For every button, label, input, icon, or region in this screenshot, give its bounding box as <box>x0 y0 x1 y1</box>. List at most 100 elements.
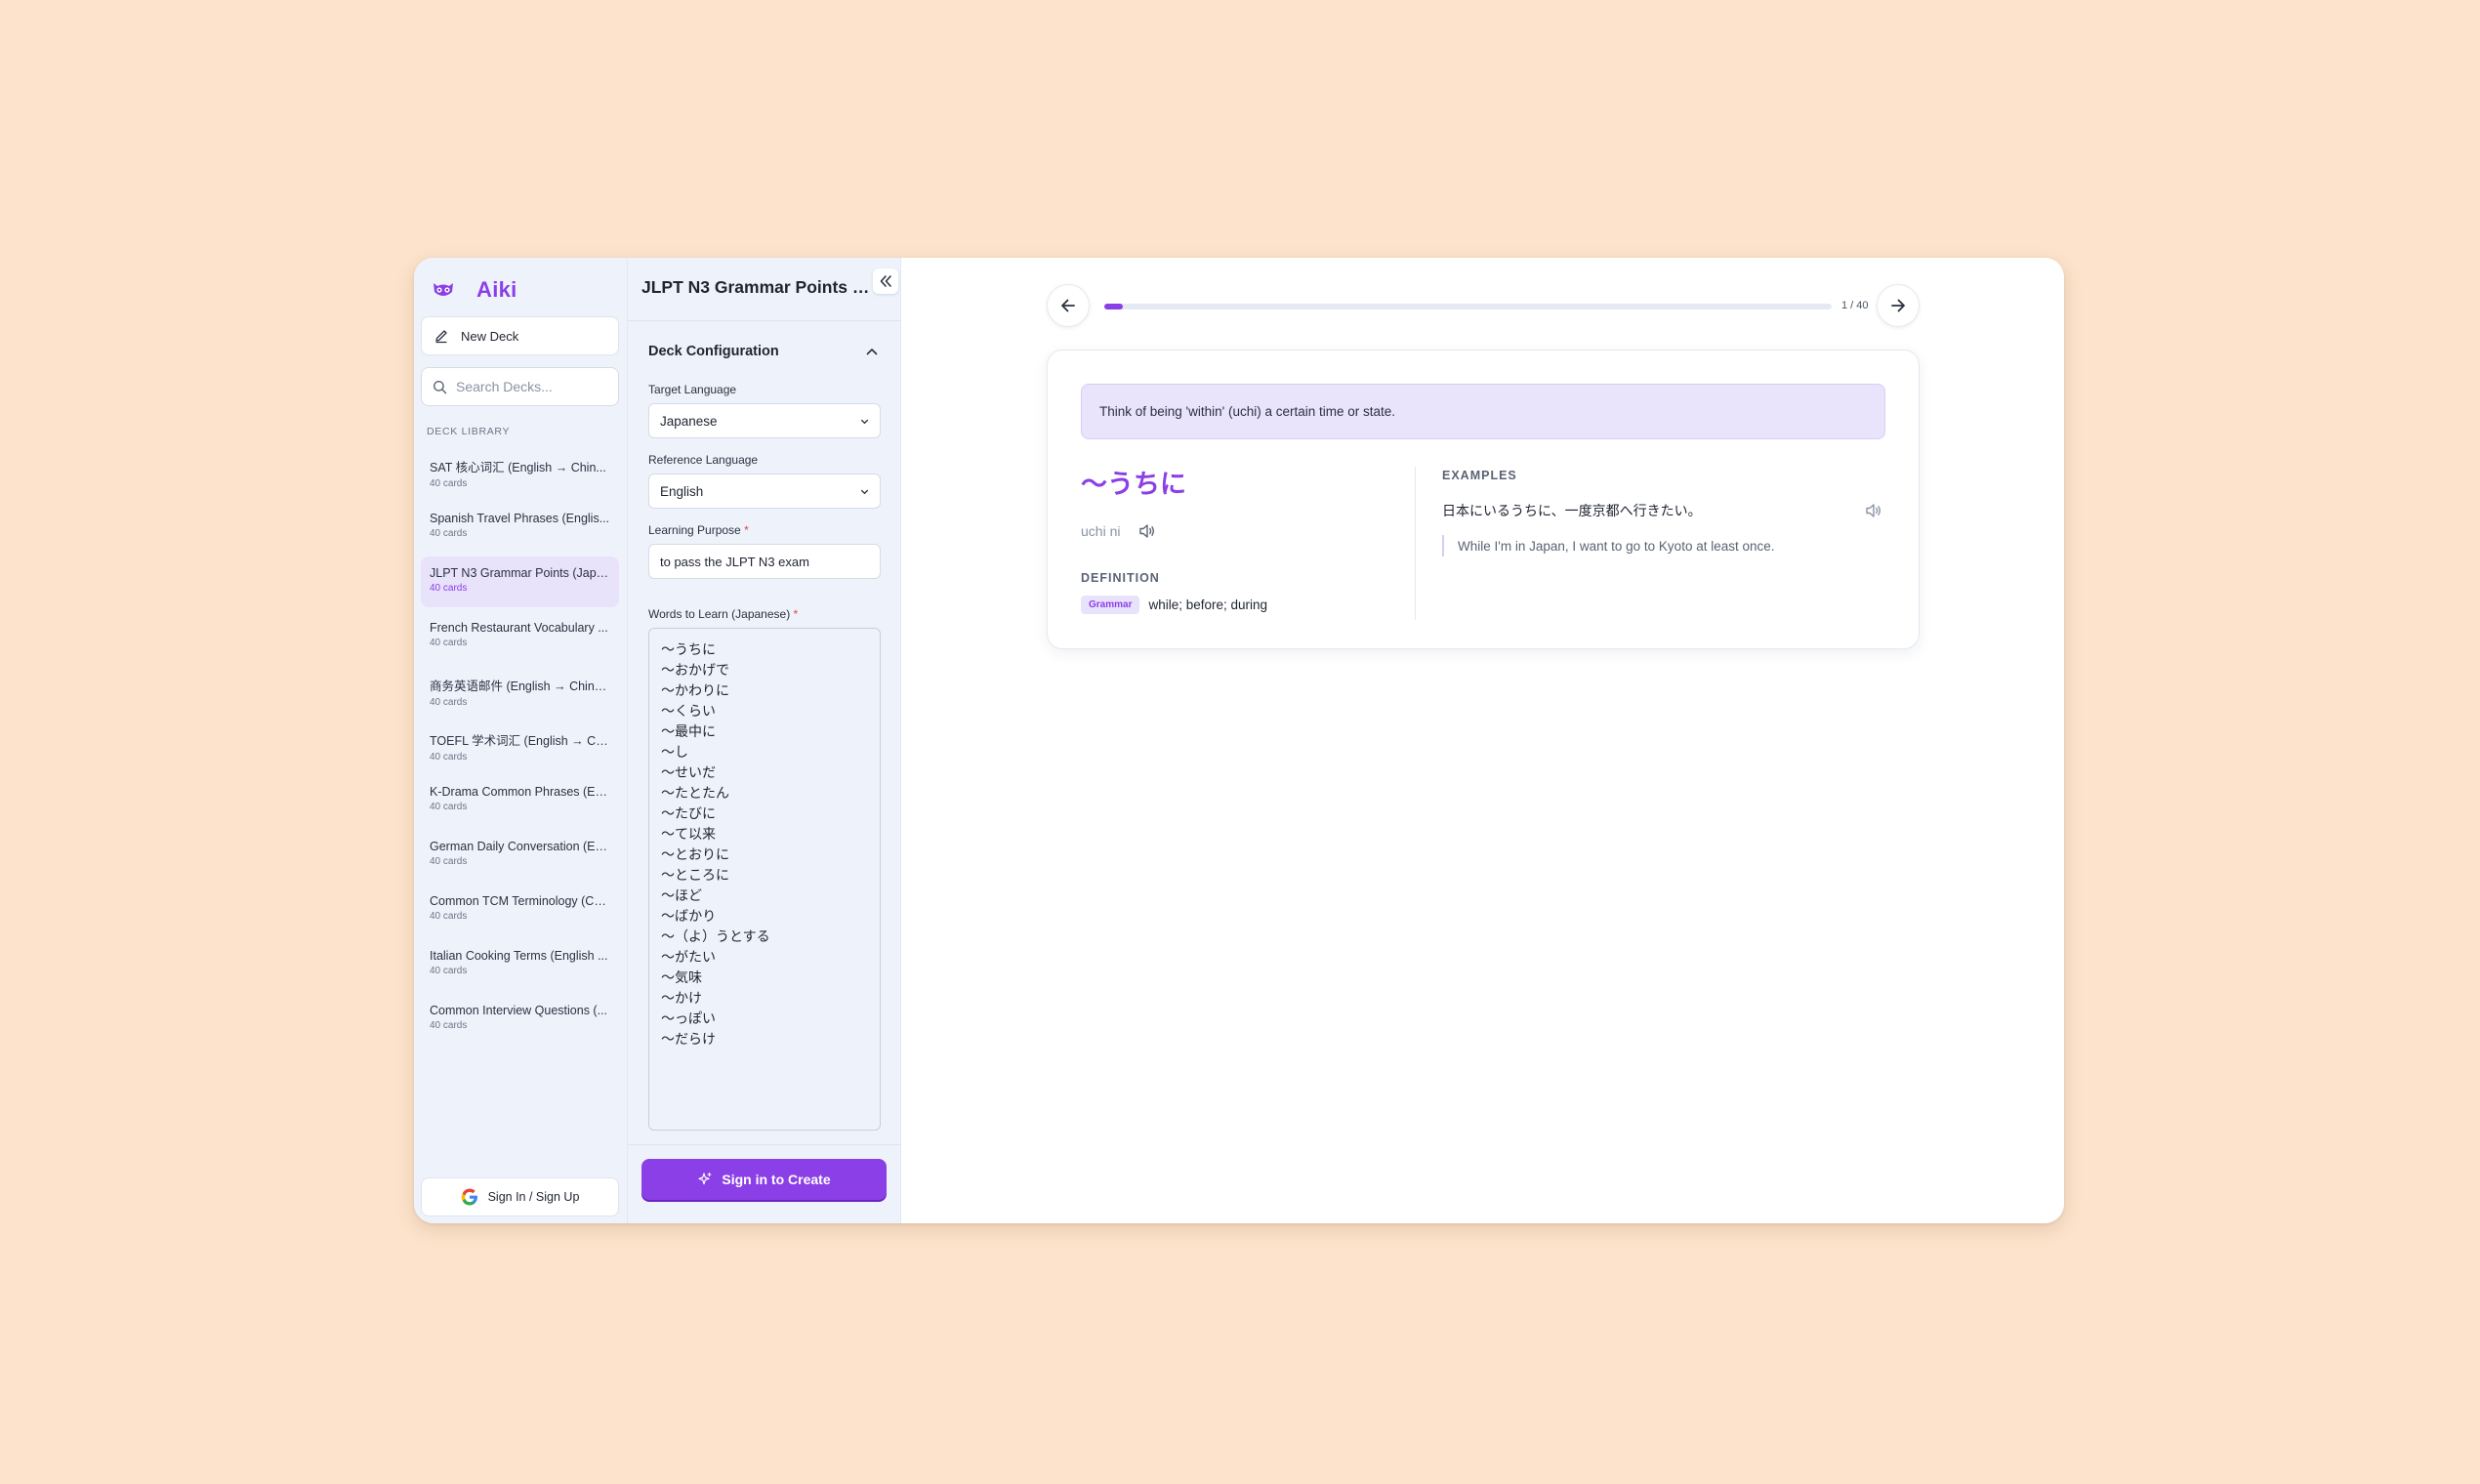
deck-item[interactable]: Italian Cooking Terms (English ... 40 car… <box>421 939 619 990</box>
target-language-value: Japanese <box>660 413 718 429</box>
deck-item[interactable]: K-Drama Common Phrases (En... 40 cards <box>421 775 619 826</box>
owl-logo-icon <box>434 283 453 296</box>
deck-card-count: 40 cards <box>430 856 468 867</box>
app-name: Aiki <box>476 277 517 302</box>
deck-title: JLPT N3 Grammar Points (Ja... <box>641 277 872 297</box>
progress-fill <box>1104 304 1123 309</box>
arrow-left-icon <box>1061 299 1075 312</box>
deck-item[interactable]: SAT 核心词汇 (English → Chin... 40 cards <box>421 447 619 498</box>
deck-item-active[interactable]: JLPT N3 Grammar Points (Japa... 40 cards <box>421 556 619 607</box>
deck-item[interactable]: Common TCM Terminology (Ch... 40 cards <box>421 885 619 935</box>
deck-configuration-toggle[interactable]: Deck Configuration <box>648 344 879 359</box>
new-deck-label: New Deck <box>461 328 519 344</box>
word-line: ～たびに <box>661 806 716 822</box>
word-line: ～っぽい <box>661 1011 716 1027</box>
deck-item[interactable]: Spanish Travel Phrases (Englis... 40 card… <box>421 502 619 553</box>
word-line: ～せいだ <box>661 765 716 781</box>
deck-item[interactable]: Common Interview Questions (... 40 cards <box>421 994 619 1045</box>
search-box[interactable] <box>421 367 619 406</box>
deck-card-count: 40 cards <box>430 697 468 708</box>
reference-language-select[interactable]: English <box>648 474 881 509</box>
deck-name: Spanish Travel Phrases (Englis... <box>430 512 610 525</box>
word-line: ～気味 <box>661 970 702 986</box>
deck-card-count: 40 cards <box>430 966 468 976</box>
deck-name: German Daily Conversation (En... <box>430 840 610 853</box>
definition-label: DEFINITION <box>1081 571 1160 585</box>
definition-row: Grammar while; before; during <box>1081 596 1267 614</box>
chevron-up-icon <box>866 349 878 355</box>
deck-item[interactable]: 商务英语邮件 (English → Chine... 40 cards <box>421 666 619 717</box>
word-line: ～（よ）うとする <box>661 929 770 945</box>
card-term: ～うちに <box>1081 470 1186 500</box>
flashcard-viewer: 1 / 40 Think of being 'within' (uchi) a … <box>901 258 2064 1223</box>
reference-language-value: English <box>660 483 704 499</box>
deck-card-count: 40 cards <box>430 752 468 763</box>
deck-item[interactable]: German Daily Conversation (En... 40 cards <box>421 830 619 881</box>
chevron-down-icon <box>860 489 869 494</box>
sign-in-to-create-button[interactable]: Sign in to Create <box>641 1159 887 1200</box>
deck-list: SAT 核心词汇 (English → Chin... 40 cards Span… <box>421 447 619 1049</box>
deck-name: French Restaurant Vocabulary ... <box>430 621 608 635</box>
progress-bar <box>1104 304 1832 309</box>
arrow-right-icon <box>1891 299 1905 312</box>
examples-label: EXAMPLES <box>1442 469 1517 482</box>
sidebar: Aiki New Deck DECK LIBRARY SAT 核心词汇 (Eng… <box>414 258 628 1223</box>
deck-name: K-Drama Common Phrases (En... <box>430 785 610 799</box>
deck-name: TOEFL 学术词汇 (English → Ch... <box>430 734 610 748</box>
word-line: ～くらい <box>661 704 716 720</box>
app-window: Aiki New Deck DECK LIBRARY SAT 核心词汇 (Eng… <box>414 258 2064 1223</box>
word-line: ～最中に <box>661 724 716 740</box>
words-textarea[interactable]: ～うちに ～おかげで ～かわりに ～くらい ～最中に ～し ～せいだ ～たとたん… <box>648 628 881 1131</box>
google-icon <box>461 1188 477 1206</box>
sign-in-button[interactable]: Sign In / Sign Up <box>421 1177 619 1216</box>
word-line: ～て以来 <box>661 827 716 843</box>
divider <box>628 320 901 321</box>
deck-name: SAT 核心词汇 (English → Chin... <box>430 461 606 474</box>
next-card-button[interactable] <box>1877 284 1920 327</box>
flashcard[interactable]: Think of being 'within' (uchi) a certain… <box>1047 350 1920 649</box>
word-line: ～たとたん <box>661 786 729 802</box>
sparkles-icon <box>698 1172 712 1185</box>
deck-card-count: 40 cards <box>430 1020 468 1031</box>
words-label: Words to Learn (Japanese) * <box>648 607 798 621</box>
previous-card-button[interactable] <box>1047 284 1090 327</box>
deck-name: 商务英语邮件 (English → Chine... <box>430 680 610 693</box>
required-mark: * <box>793 607 799 621</box>
new-deck-button[interactable]: New Deck <box>421 316 619 355</box>
mnemonic-hint: Think of being 'within' (uchi) a certain… <box>1081 384 1885 439</box>
chevron-down-icon <box>860 419 869 424</box>
deck-card-count: 40 cards <box>430 911 468 922</box>
create-label: Sign in to Create <box>722 1172 831 1187</box>
search-input[interactable] <box>456 379 612 394</box>
word-line: ～うちに <box>661 642 716 658</box>
deck-card-count: 40 cards <box>430 583 468 594</box>
collapse-panel-button[interactable] <box>873 268 898 294</box>
word-line: ～し <box>661 745 688 761</box>
speaker-icon[interactable] <box>1137 522 1157 540</box>
deck-card-count: 40 cards <box>430 478 468 489</box>
target-language-select[interactable]: Japanese <box>648 403 881 438</box>
part-of-speech-badge: Grammar <box>1081 596 1140 614</box>
word-line: ～ほど <box>661 888 702 904</box>
deck-item[interactable]: TOEFL 学术词汇 (English → Ch... 40 cards <box>421 721 619 771</box>
word-line: ～とおりに <box>661 847 729 863</box>
deck-item[interactable]: French Restaurant Vocabulary ... 40 cards <box>421 611 619 662</box>
sign-in-label: Sign In / Sign Up <box>487 1190 580 1204</box>
deck-card-count: 40 cards <box>430 638 468 648</box>
word-line: ～かけ <box>661 991 702 1007</box>
reading-text: uchi ni <box>1081 523 1121 539</box>
deck-name: JLPT N3 Grammar Points (Japa... <box>430 566 610 580</box>
brand[interactable]: Aiki <box>432 277 517 303</box>
learning-purpose-input[interactable] <box>648 544 881 579</box>
section-title: Deck Configuration <box>648 344 779 359</box>
word-line: ～おかげで <box>661 663 729 679</box>
reference-language-label: Reference Language <box>648 453 759 467</box>
word-line: ～だらけ <box>661 1032 716 1048</box>
speaker-icon[interactable] <box>1864 502 1883 519</box>
word-line: ～ところに <box>661 868 729 884</box>
deck-card-count: 40 cards <box>430 802 468 812</box>
divider <box>1415 467 1416 620</box>
learning-purpose-label: Learning Purpose * <box>648 523 749 537</box>
deck-card-count: 40 cards <box>430 528 468 539</box>
deck-name: Common TCM Terminology (Ch... <box>430 894 610 908</box>
